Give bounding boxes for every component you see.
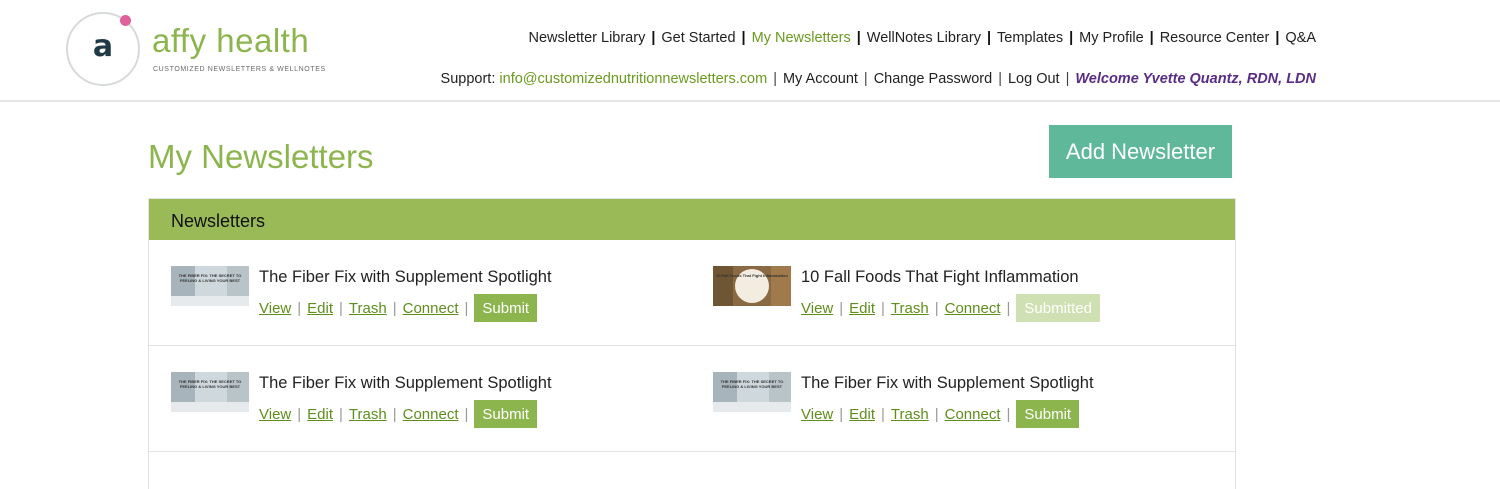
- account-navigation: Support: info@customizednutritionnewslet…: [441, 71, 1316, 87]
- nav-separator: |: [1069, 30, 1074, 46]
- logo-tagline: CUSTOMIZED NEWSLETTERS & WELLNOTES: [153, 66, 326, 73]
- support-email-link[interactable]: info@customizednutritionnewsletters.com: [499, 71, 767, 87]
- newsletters-panel: Newsletters THE FIBER FIX: THE SECRET TO…: [148, 198, 1236, 489]
- nav-get-started[interactable]: Get Started: [661, 30, 735, 46]
- thumbnail-caption: THE FIBER FIX: THE SECRET TO FEELING & L…: [720, 379, 784, 389]
- submit-button[interactable]: Submit: [1016, 400, 1080, 428]
- action-separator: |: [1006, 299, 1011, 317]
- add-newsletter-button[interactable]: Add Newsletter: [1049, 125, 1232, 178]
- action-separator: |: [839, 405, 844, 423]
- nav-separator: |: [741, 30, 746, 46]
- connect-link[interactable]: Connect: [945, 300, 1001, 317]
- newsletter-thumbnail[interactable]: THE FIBER FIX: THE SECRET TO FEELING & L…: [171, 266, 249, 306]
- subnav-separator: |: [1065, 71, 1070, 87]
- action-separator: |: [464, 299, 469, 317]
- newsletter-actions: View | Edit | Trash | Connect | Submit: [259, 400, 538, 428]
- newsletter-thumbnail[interactable]: THE FIBER FIX: THE SECRET TO FEELING & L…: [713, 372, 791, 412]
- connect-link[interactable]: Connect: [403, 300, 459, 317]
- action-separator: |: [934, 299, 939, 317]
- action-separator: |: [297, 405, 302, 423]
- nav-templates[interactable]: Templates: [997, 30, 1063, 46]
- subnav-separator: |: [998, 71, 1002, 87]
- nav-separator: |: [1149, 30, 1154, 46]
- trash-link[interactable]: Trash: [349, 406, 387, 423]
- page-title: My Newsletters: [148, 138, 374, 175]
- nav-my-profile[interactable]: My Profile: [1079, 30, 1143, 46]
- nav-separator: |: [651, 30, 656, 46]
- nav-resource-center[interactable]: Resource Center: [1160, 30, 1270, 46]
- subnav-separator: |: [773, 71, 777, 87]
- view-link[interactable]: View: [259, 406, 291, 423]
- nav-separator: |: [856, 30, 861, 46]
- connect-link[interactable]: Connect: [403, 406, 459, 423]
- view-link[interactable]: View: [801, 300, 833, 317]
- thumbnail-caption: THE FIBER FIX: THE SECRET TO FEELING & L…: [178, 379, 242, 389]
- newsletter-actions: View | Edit | Trash | Connect | Submitted: [801, 294, 1100, 322]
- affy-health-logo[interactable]: a affy health CUSTOMIZED NEWSLETTERS & W…: [66, 12, 326, 88]
- submit-button[interactable]: Submit: [474, 400, 538, 428]
- top-navigation: Newsletter Library | Get Started | My Newsle…: [528, 30, 1316, 46]
- logo-name: affy health: [152, 22, 310, 59]
- nav-qa[interactable]: Q&A: [1285, 30, 1316, 46]
- edit-link[interactable]: Edit: [849, 406, 875, 423]
- panel-header: Newsletters: [149, 199, 1235, 240]
- trash-link[interactable]: Trash: [891, 406, 929, 423]
- action-separator: |: [392, 405, 397, 423]
- action-separator: |: [392, 299, 397, 317]
- thumbnail-caption: 10 Fall Foods That Fight Inflammation: [715, 273, 788, 278]
- action-separator: |: [1006, 405, 1011, 423]
- view-link[interactable]: View: [801, 406, 833, 423]
- action-separator: |: [934, 405, 939, 423]
- trash-link[interactable]: Trash: [349, 300, 387, 317]
- nav-separator: |: [986, 30, 992, 46]
- nav-separator: |: [1275, 30, 1280, 46]
- newsletter-row: THE FIBER FIX: THE SECRET TO FEELING & L…: [149, 346, 1235, 452]
- newsletter-title: The Fiber Fix with Supplement Spotlight: [259, 268, 552, 286]
- newsletter-row: THE FIBER FIX: THE SECRET TO FEELING & L…: [149, 240, 1235, 346]
- newsletter-title: The Fiber Fix with Supplement Spotlight: [259, 374, 552, 392]
- my-account-link[interactable]: My Account: [783, 71, 858, 87]
- edit-link[interactable]: Edit: [307, 300, 333, 317]
- support-label: Support:: [440, 71, 496, 87]
- welcome-message: Welcome Yvette Quantz, RDN, LDN: [1075, 71, 1316, 87]
- newsletter-thumbnail[interactable]: THE FIBER FIX: THE SECRET TO FEELING & L…: [171, 372, 249, 412]
- newsletter-thumbnail[interactable]: 10 Fall Foods That Fight Inflammation: [713, 266, 791, 306]
- site-header: a affy health CUSTOMIZED NEWSLETTERS & W…: [0, 0, 1500, 102]
- connect-link[interactable]: Connect: [945, 406, 1001, 423]
- action-separator: |: [881, 405, 885, 423]
- nav-wellnotes-library[interactable]: WellNotes Library: [867, 30, 981, 46]
- action-separator: |: [881, 299, 885, 317]
- newsletter-title: 10 Fall Foods That Fight Inflammation: [801, 268, 1079, 286]
- newsletter-title: The Fiber Fix with Supplement Spotlight: [801, 374, 1094, 392]
- action-separator: |: [339, 405, 343, 423]
- newsletter-actions: View | Edit | Trash | Connect | Submit: [801, 400, 1080, 428]
- action-separator: |: [839, 299, 844, 317]
- view-link[interactable]: View: [259, 300, 291, 317]
- newsletter-actions: View | Edit | Trash | Connect | Submit: [259, 294, 538, 322]
- change-password-link[interactable]: Change Password: [874, 71, 993, 87]
- submitted-button: Submitted: [1016, 294, 1100, 322]
- logo-letter: a: [92, 29, 114, 64]
- subnav-separator: |: [863, 71, 868, 87]
- action-separator: |: [464, 405, 469, 423]
- action-separator: |: [297, 299, 302, 317]
- nav-newsletter-library[interactable]: Newsletter Library: [528, 30, 645, 46]
- action-separator: |: [339, 299, 343, 317]
- edit-link[interactable]: Edit: [849, 300, 875, 317]
- log-out-link[interactable]: Log Out: [1008, 71, 1060, 87]
- edit-link[interactable]: Edit: [307, 406, 333, 423]
- trash-link[interactable]: Trash: [891, 300, 929, 317]
- nav-my-newsletters[interactable]: My Newsletters: [752, 30, 851, 46]
- submit-button[interactable]: Submit: [474, 294, 538, 322]
- thumbnail-caption: THE FIBER FIX: THE SECRET TO FEELING & L…: [178, 273, 242, 283]
